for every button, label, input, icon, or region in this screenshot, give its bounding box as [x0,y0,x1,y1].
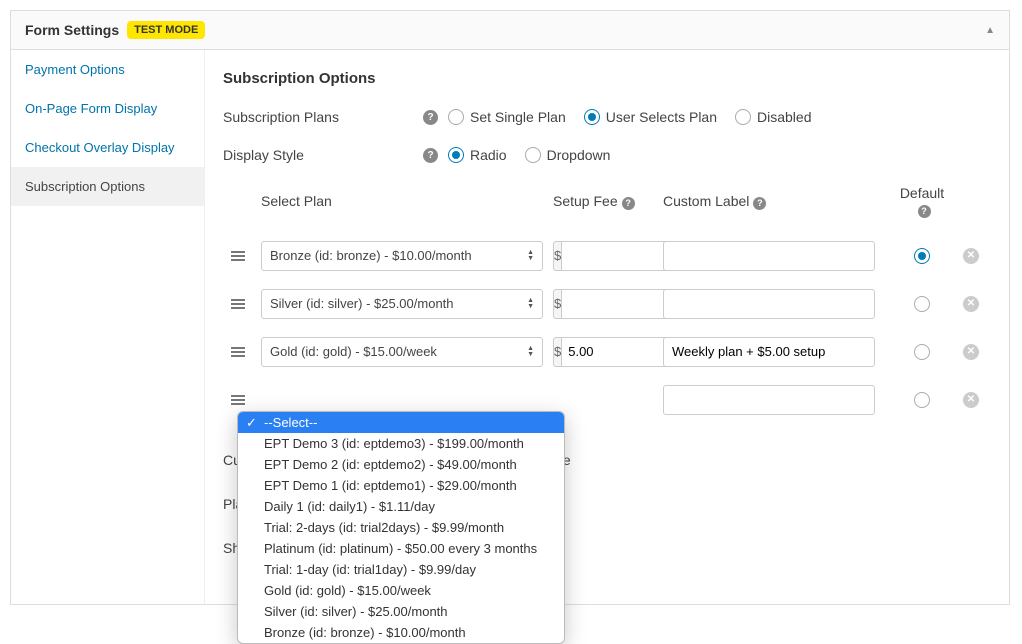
custom-label-input[interactable] [663,337,875,367]
remove-row-icon[interactable]: ✕ [963,248,979,264]
dropdown-item[interactable]: Trial: 2-days (id: trial2days) - $9.99/m… [238,517,564,538]
plan-select[interactable]: Gold (id: gold) - $15.00/week ▲▼ [261,337,543,367]
help-icon[interactable]: ? [918,205,931,218]
drag-handle-icon[interactable] [223,395,253,405]
remove-row-icon[interactable]: ✕ [963,344,979,360]
dropdown-item[interactable]: EPT Demo 3 (id: eptdemo3) - $199.00/mont… [238,433,564,454]
default-radio[interactable] [914,248,930,264]
plan-select[interactable]: Bronze (id: bronze) - $10.00/month ▲▼ [261,241,543,271]
form-settings-panel: Form Settings TEST MODE ▲ Payment Option… [10,10,1010,605]
drag-handle-icon[interactable] [223,299,253,309]
select-arrows-icon: ▲▼ [527,250,534,262]
col-header-default: Default? [893,185,951,218]
select-arrows-icon: ▲▼ [527,346,534,358]
col-header-fee: Setup Fee? [553,193,663,210]
subscription-plans-row: Subscription Plans ? Set Single Plan Use… [223,109,991,125]
col-header-plan: Select Plan [253,193,553,209]
display-style-row: Display Style ? Radio Dropdown [223,147,991,163]
remove-row-icon[interactable]: ✕ [963,296,979,312]
radio-circle-icon [448,147,464,163]
dropdown-item[interactable]: EPT Demo 2 (id: eptdemo2) - $49.00/month [238,454,564,475]
radio-circle-icon [914,344,930,360]
help-icon[interactable]: ? [753,197,766,210]
dropdown-item[interactable]: Daily 1 (id: daily1) - $1.11/day [238,496,564,517]
radio-label: Radio [470,147,507,163]
dropdown-item-select-placeholder[interactable]: --Select-- [238,412,564,433]
plan-mode-radio-group: Set Single Plan User Selects Plan Disabl… [448,109,812,125]
table-row: Bronze (id: bronze) - $10.00/month ▲▼ $ … [223,232,991,280]
sidebar-item-checkout-overlay-display[interactable]: Checkout Overlay Display [11,128,204,167]
radio-circle-icon [525,147,541,163]
radio-label: Set Single Plan [470,109,566,125]
radio-disabled[interactable]: Disabled [735,109,811,125]
subscription-plans-label: Subscription Plans [223,109,423,125]
help-icon[interactable]: ? [423,110,438,125]
plan-select[interactable]: Silver (id: silver) - $25.00/month ▲▼ [261,289,543,319]
dropdown-item[interactable]: Silver (id: silver) - $25.00/month [238,601,564,622]
remove-row-icon[interactable]: ✕ [963,392,979,408]
radio-style-radio[interactable]: Radio [448,147,507,163]
dropdown-item[interactable]: Bronze (id: bronze) - $10.00/month [238,622,564,643]
radio-circle-icon [914,392,930,408]
radio-user-selects-plan[interactable]: User Selects Plan [584,109,717,125]
panel-header: Form Settings TEST MODE ▲ [11,11,1009,50]
sidebar: Payment Options On-Page Form Display Che… [11,50,205,604]
plan-dropdown-menu: --Select-- EPT Demo 3 (id: eptdemo3) - $… [237,411,565,644]
radio-set-single-plan[interactable]: Set Single Plan [448,109,566,125]
currency-prefix: $ [553,337,561,367]
drag-handle-icon[interactable] [223,251,253,261]
col-header-label: Custom Label? [663,193,893,210]
display-style-radio-group: Radio Dropdown [448,147,610,163]
radio-label: Dropdown [547,147,611,163]
currency-prefix: $ [553,241,561,271]
panel-title-text: Form Settings [25,22,119,38]
select-arrows-icon: ▲▼ [527,298,534,310]
help-icon[interactable]: ? [423,148,438,163]
panel-body: Payment Options On-Page Form Display Che… [11,50,1009,604]
radio-circle-icon [584,109,600,125]
drag-handle-icon[interactable] [223,347,253,357]
dropdown-item[interactable]: Platinum (id: platinum) - $50.00 every 3… [238,538,564,559]
radio-label: Disabled [757,109,811,125]
dropdown-item[interactable]: EPT Demo 1 (id: eptdemo1) - $29.00/month [238,475,564,496]
default-radio[interactable] [914,344,930,360]
panel-title: Form Settings TEST MODE [25,21,205,39]
radio-style-dropdown[interactable]: Dropdown [525,147,611,163]
default-radio[interactable] [914,296,930,312]
table-row: Silver (id: silver) - $25.00/month ▲▼ $ … [223,280,991,328]
sidebar-item-on-page-form-display[interactable]: On-Page Form Display [11,89,204,128]
plan-select-value: Bronze (id: bronze) - $10.00/month [270,248,472,263]
currency-prefix: $ [553,289,561,319]
radio-circle-icon [735,109,751,125]
dropdown-item[interactable]: Gold (id: gold) - $15.00/week [238,580,564,601]
content-area: Subscription Options Subscription Plans … [205,50,1009,604]
radio-label: User Selects Plan [606,109,717,125]
default-radio[interactable] [914,392,930,408]
plan-select-value: Silver (id: silver) - $25.00/month [270,296,454,311]
custom-label-input[interactable] [663,385,875,415]
custom-label-input[interactable] [663,289,875,319]
test-mode-badge: TEST MODE [127,21,205,39]
radio-circle-icon [914,296,930,312]
section-title: Subscription Options [223,70,991,87]
display-style-label: Display Style [223,147,423,163]
table-row: Gold (id: gold) - $15.00/week ▲▼ $ ✕ [223,328,991,376]
plan-table: Select Plan Setup Fee? Custom Label? Def… [223,185,991,424]
radio-circle-icon [914,248,930,264]
plan-table-header: Select Plan Setup Fee? Custom Label? Def… [223,185,991,232]
custom-label-input[interactable] [663,241,875,271]
sidebar-item-subscription-options[interactable]: Subscription Options [11,167,204,206]
help-icon[interactable]: ? [622,197,635,210]
dropdown-item[interactable]: Trial: 1-day (id: trial1day) - $9.99/day [238,559,564,580]
plan-select-value: Gold (id: gold) - $15.00/week [270,344,437,359]
collapse-toggle-icon[interactable]: ▲ [985,25,995,36]
radio-circle-icon [448,109,464,125]
sidebar-item-payment-options[interactable]: Payment Options [11,50,204,89]
